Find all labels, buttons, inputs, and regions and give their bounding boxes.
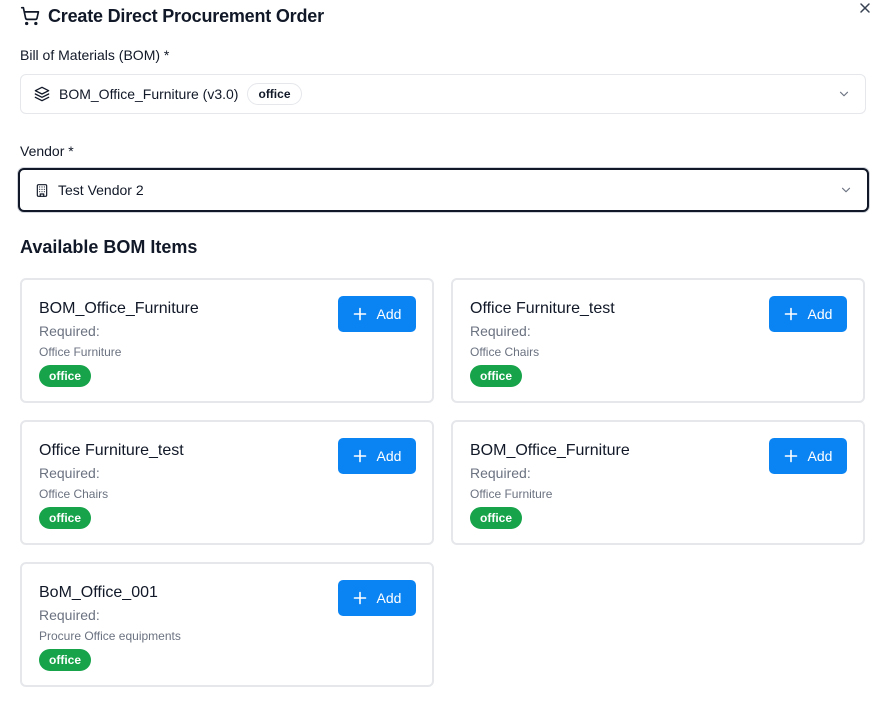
bom-item-card: Office Furniture_test Required: Office C… <box>451 278 865 403</box>
add-button-label: Add <box>376 590 402 606</box>
dialog-header: Create Direct Procurement Order <box>20 5 324 27</box>
bom-tag-badge: office <box>247 83 302 105</box>
item-name: BOM_Office_Furniture <box>470 442 630 459</box>
item-name: Office Furniture_test <box>39 442 184 459</box>
shopping-cart-icon <box>20 6 40 26</box>
section-title: Available BOM Items <box>20 237 198 257</box>
bom-item-card: BOM_Office_Furniture Required: Office Fu… <box>20 278 434 403</box>
item-name: BOM_Office_Furniture <box>39 300 199 317</box>
item-name: Office Furniture_test <box>470 300 615 317</box>
add-button-label: Add <box>807 306 833 322</box>
item-tag-badge: office <box>39 649 92 671</box>
bom-field-label: Bill of Materials (BOM) * <box>20 47 170 63</box>
bom-item-card: BOM_Office_Furniture Required: Office Fu… <box>451 420 865 545</box>
item-category: Office Furniture <box>39 345 122 359</box>
add-item-button[interactable]: Add <box>338 296 416 332</box>
vendor-field-label: Vendor * <box>20 143 74 159</box>
item-category: Procure Office equipments <box>39 629 181 643</box>
vendor-select[interactable]: Test Vendor 2 <box>18 168 869 212</box>
plus-icon <box>353 307 367 321</box>
plus-icon <box>353 449 367 463</box>
item-tag-badge: office <box>470 365 523 387</box>
close-icon <box>859 2 871 14</box>
item-tag-badge: office <box>39 365 92 387</box>
add-item-button[interactable]: Add <box>338 438 416 474</box>
item-category: Office Chairs <box>470 345 540 359</box>
add-button-label: Add <box>376 306 402 322</box>
building-icon <box>35 183 49 198</box>
item-category: Office Furniture <box>470 487 553 501</box>
bom-item-card: Office Furniture_test Required: Office C… <box>20 420 434 545</box>
vendor-select-value: Test Vendor 2 <box>58 182 144 198</box>
plus-icon <box>784 307 798 321</box>
bom-item-card: BoM_Office_001 Required: Procure Office … <box>20 562 434 687</box>
item-required: Required: <box>39 607 100 623</box>
dialog-title: Create Direct Procurement Order <box>48 5 324 26</box>
close-button[interactable] <box>857 0 873 16</box>
add-item-button[interactable]: Add <box>338 580 416 616</box>
plus-icon <box>784 449 798 463</box>
item-name: BoM_Office_001 <box>39 584 158 601</box>
item-category: Office Chairs <box>39 487 109 501</box>
add-button-label: Add <box>807 448 833 464</box>
chevron-down-icon <box>837 87 851 101</box>
bom-select[interactable]: BOM_Office_Furniture (v3.0) office <box>20 74 866 114</box>
create-procurement-dialog: Create Direct Procurement Order Bill of … <box>0 0 879 711</box>
item-required: Required: <box>470 323 531 339</box>
item-required: Required: <box>39 323 100 339</box>
item-required: Required: <box>470 465 531 481</box>
plus-icon <box>353 591 367 605</box>
item-required: Required: <box>39 465 100 481</box>
chevron-down-icon <box>839 183 853 197</box>
layers-icon <box>34 86 50 102</box>
item-tag-badge: office <box>39 507 92 529</box>
add-button-label: Add <box>376 448 402 464</box>
bom-select-value: BOM_Office_Furniture (v3.0) <box>59 86 239 102</box>
add-item-button[interactable]: Add <box>769 296 847 332</box>
add-item-button[interactable]: Add <box>769 438 847 474</box>
item-tag-badge: office <box>470 507 523 529</box>
